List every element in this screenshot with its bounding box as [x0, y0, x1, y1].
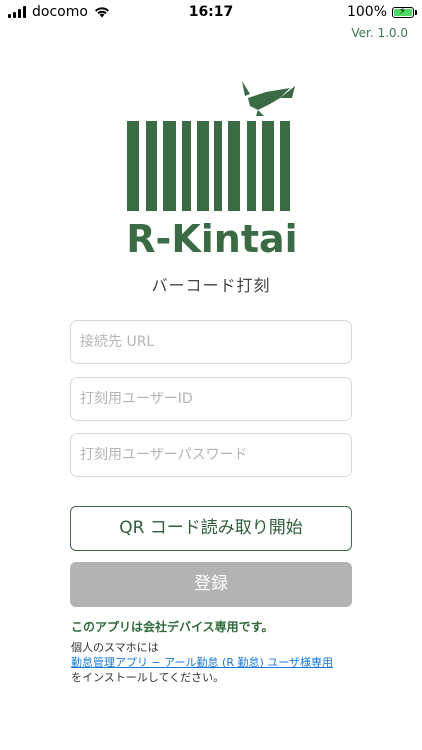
status-bar: docomo 16:17 100% ⚡ — [0, 0, 422, 26]
whale-icon — [242, 81, 295, 116]
user-id-input[interactable] — [70, 377, 352, 421]
personal-app-link[interactable]: 勤怠管理アプリ − アール勤怠 (R 勤怠) ユーザ様専用 — [71, 656, 333, 669]
device-notice-title: このアプリは会社デバイス専用です。 — [71, 620, 274, 634]
app-subtitle: バーコード打刻 — [151, 276, 271, 295]
notice-line-1: 個人のスマホには — [71, 641, 159, 654]
notice-line-3: をインストールしてください。 — [71, 671, 225, 684]
battery-percent: 100% — [346, 4, 387, 20]
qr-scan-button[interactable]: QR コード読み取り開始 — [70, 506, 352, 551]
status-right: 100% ⚡ — [346, 4, 417, 20]
url-input[interactable] — [70, 320, 352, 364]
battery-icon: ⚡ — [392, 6, 417, 18]
device-notice-body: 個人のスマホには 勤怠管理アプリ − アール勤怠 (R 勤怠) ユーザ様専用 を… — [71, 640, 333, 685]
logo-text: R-Kintai — [126, 217, 297, 261]
register-button[interactable]: 登録 — [70, 562, 352, 607]
r-kintai-logo: R-Kintai — [126, 81, 298, 261]
password-input[interactable] — [70, 433, 352, 477]
app-version: Ver. 1.0.0 — [351, 26, 408, 40]
